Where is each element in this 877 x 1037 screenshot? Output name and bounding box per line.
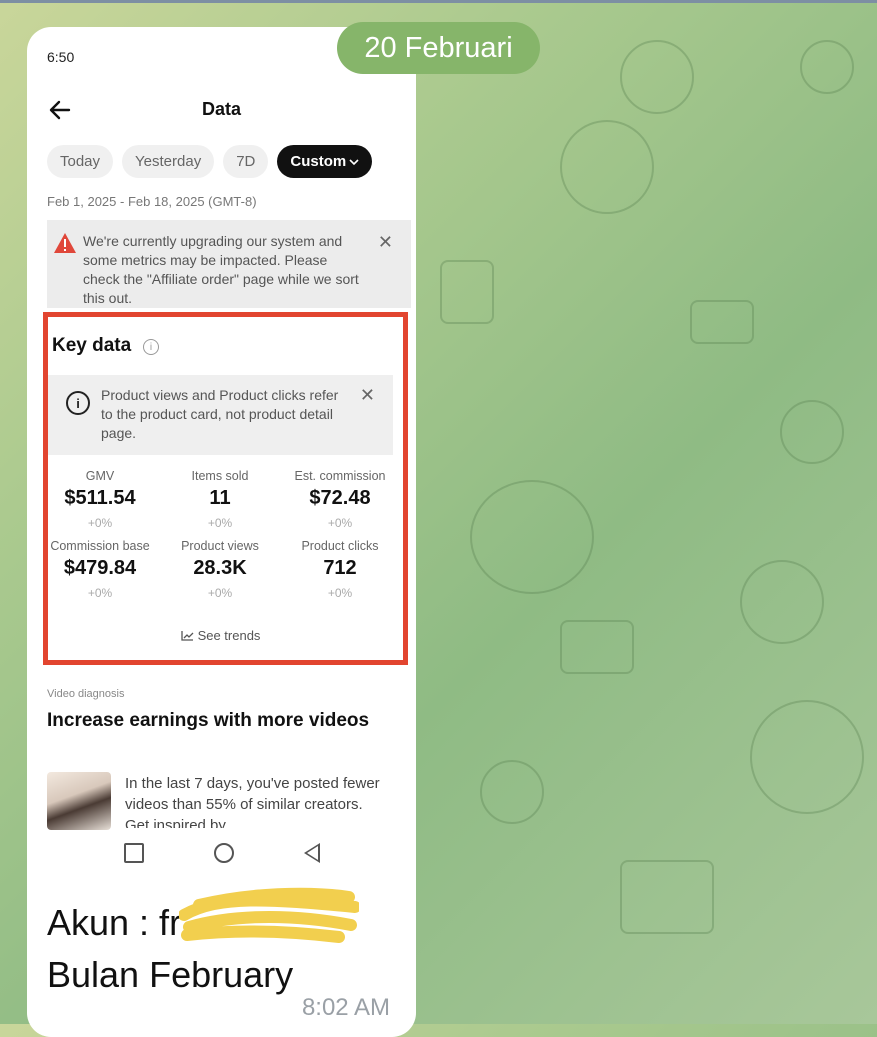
- metric-change: +0%: [327, 516, 353, 530]
- metric-est-commission[interactable]: Est. commission $72.48 +0%: [280, 469, 400, 530]
- bg-doodle: [560, 620, 634, 674]
- warning-text: We're currently upgrading our system and…: [83, 233, 359, 306]
- key-data-title: Key data: [52, 335, 132, 356]
- metric-label: Commission base: [50, 539, 150, 553]
- info-circle-icon: i: [66, 391, 90, 415]
- bg-doodle: [780, 400, 844, 464]
- top-edge: [0, 0, 877, 3]
- info-note: i Product views and Product clicks refer…: [48, 375, 393, 455]
- metric-change: +0%: [207, 516, 233, 530]
- date-filter-chips: Today Yesterday 7D Custom: [47, 145, 373, 178]
- recents-icon[interactable]: [123, 843, 144, 863]
- metric-change: +0%: [87, 516, 113, 530]
- bg-doodle: [480, 760, 544, 824]
- bg-doodle: [750, 700, 864, 814]
- metric-product-views[interactable]: Product views 28.3K +0%: [160, 539, 280, 600]
- metric-change: +0%: [87, 586, 113, 600]
- bg-doodle: [690, 300, 754, 344]
- close-icon[interactable]: ✕: [360, 385, 375, 406]
- video-thumbnail[interactable]: [47, 772, 111, 830]
- video-diagnosis-title: Increase earnings with more videos: [47, 710, 370, 731]
- chip-custom-label: Custom: [290, 153, 347, 170]
- warning-banner: We're currently upgrading our system and…: [47, 220, 411, 308]
- bg-doodle: [620, 860, 714, 934]
- page-title: Data: [201, 99, 241, 119]
- see-trends-label: See trends: [197, 628, 261, 643]
- metric-value: 28.3K: [193, 557, 247, 579]
- metric-label: Est. commission: [294, 469, 386, 483]
- redaction-scribble: [179, 887, 359, 943]
- status-time: 6:50: [47, 49, 75, 65]
- see-trends-link[interactable]: See trends: [48, 628, 393, 643]
- metric-value: 712: [323, 557, 357, 579]
- bg-doodle: [440, 260, 494, 324]
- chip-yesterday[interactable]: Yesterday: [122, 145, 215, 178]
- metric-label: GMV: [85, 469, 115, 483]
- chip-custom[interactable]: Custom: [277, 145, 373, 178]
- video-diagnosis-label: Video diagnosis: [47, 688, 125, 700]
- metric-value: $511.54: [64, 487, 136, 509]
- date-separator: 20 Februari: [337, 22, 540, 74]
- date-range: Feb 1, 2025 - Feb 18, 2025 (GMT-8): [47, 194, 257, 209]
- metric-change: +0%: [327, 586, 353, 600]
- message-bubble[interactable]: 6:50 Data Today Yesterday 7D Custom Feb …: [27, 27, 416, 1037]
- back-icon[interactable]: [303, 843, 320, 863]
- message-timestamp: 8:02 AM: [301, 994, 390, 1021]
- bg-doodle: [620, 40, 694, 114]
- android-nav-bar: [27, 835, 416, 871]
- metric-product-clicks[interactable]: Product clicks 712 +0%: [280, 539, 400, 600]
- trend-chart-icon: [180, 631, 194, 641]
- video-diagnosis-text: In the last 7 days, you've posted fewer …: [125, 775, 380, 828]
- chip-7d[interactable]: 7D: [223, 145, 269, 178]
- metric-label: Product clicks: [301, 539, 379, 553]
- metric-gmv[interactable]: GMV $511.54 +0%: [40, 469, 160, 530]
- close-icon[interactable]: ✕: [378, 232, 393, 253]
- note-text: Product views and Product clicks refer t…: [101, 387, 339, 441]
- info-icon[interactable]: i: [143, 339, 159, 355]
- bg-doodle: [800, 40, 854, 94]
- chip-today[interactable]: Today: [47, 145, 114, 178]
- metric-value: $72.48: [309, 487, 371, 509]
- metrics-grid: GMV $511.54 +0% Items sold 11 +0% Est. c…: [40, 469, 400, 600]
- metric-value: $479.84: [63, 557, 137, 579]
- home-icon[interactable]: [213, 843, 234, 863]
- bg-doodle: [470, 480, 594, 594]
- warning-icon: [54, 233, 76, 253]
- bg-doodle: [740, 560, 824, 644]
- caption-line-month: Bulan February: [47, 954, 294, 995]
- metric-items-sold[interactable]: Items sold 11 +0%: [160, 469, 280, 530]
- metric-label: Items sold: [191, 469, 249, 483]
- key-data-highlight: Key data i i Product views and Product c…: [43, 312, 408, 665]
- chevron-down-icon: [349, 158, 359, 165]
- metric-value: 11: [209, 487, 231, 509]
- metric-change: +0%: [207, 586, 233, 600]
- bg-doodle: [560, 120, 654, 214]
- metric-commission-base[interactable]: Commission base $479.84 +0%: [40, 539, 160, 600]
- metric-label: Product views: [181, 539, 259, 553]
